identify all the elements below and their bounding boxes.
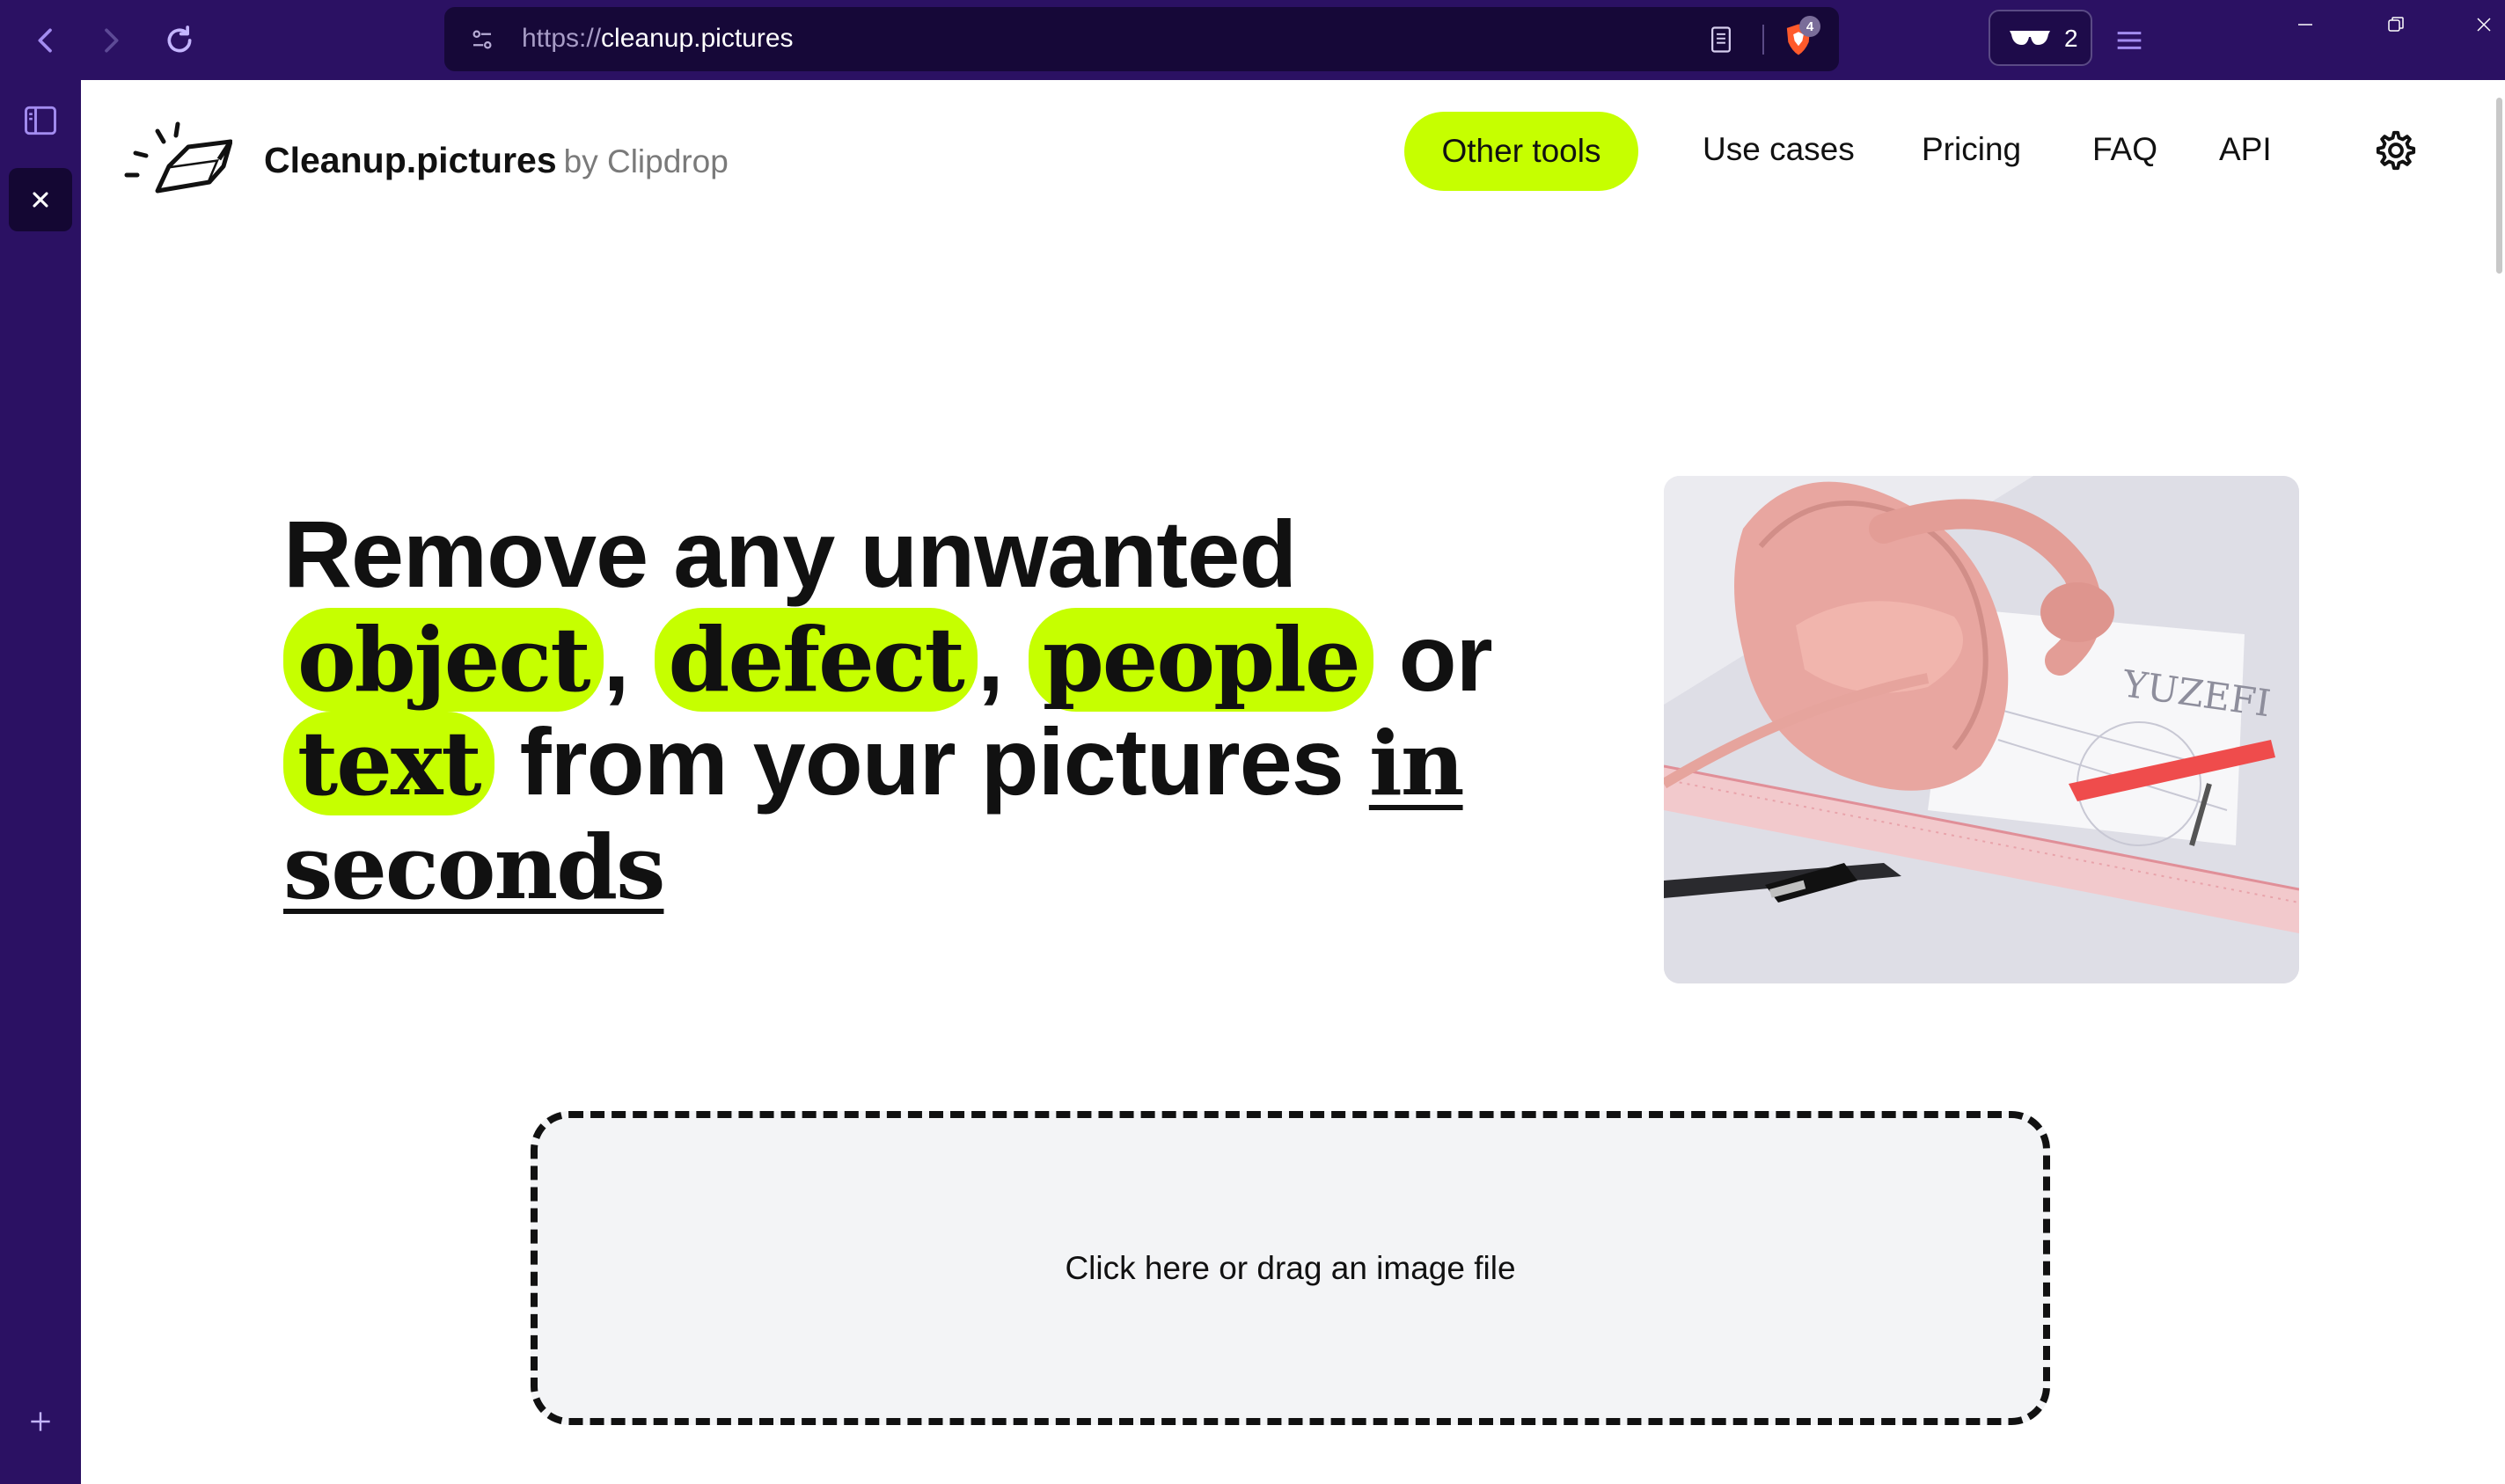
- headline-seconds: seconds: [283, 815, 665, 919]
- minimize-icon: [2298, 24, 2312, 26]
- close-tab-button[interactable]: [9, 168, 72, 231]
- back-button[interactable]: [21, 16, 70, 65]
- eraser-logo-icon[interactable]: [118, 105, 232, 201]
- headline-comma: ,: [977, 604, 1004, 711]
- web-page: Cleanup.pictures by Clipdrop Other tools …: [81, 80, 2505, 1484]
- reload-icon: [167, 26, 192, 53]
- close-window-button[interactable]: [2462, 7, 2505, 42]
- reader-mode-icon[interactable]: [1704, 23, 1738, 56]
- glasses-icon: [2010, 31, 2050, 45]
- chevron-right-icon: [105, 28, 119, 53]
- plus-icon: [31, 1412, 50, 1431]
- address-bar[interactable]: https://cleanup.pictures 4: [444, 7, 1839, 71]
- browser-sidebar: [0, 80, 81, 1484]
- headline-in: in: [1368, 712, 1465, 815]
- highlight-object: object: [283, 608, 604, 712]
- page-scrollbar-thumb[interactable]: [2496, 98, 2502, 274]
- headline-comma: ,: [603, 604, 630, 711]
- dropzone-label: Click here or drag an image file: [1065, 1249, 1516, 1286]
- highlight-people: people: [1028, 608, 1373, 712]
- headline-from: from your pictures: [519, 708, 1344, 815]
- headline-line-4: seconds: [283, 814, 665, 919]
- browser-toolbar: https://cleanup.pictures 4 2: [0, 0, 2505, 80]
- wallet-button[interactable]: 2: [1989, 10, 2092, 66]
- headline-line-3: text from your pictures in: [283, 708, 1465, 815]
- forward-button[interactable]: [86, 16, 136, 65]
- wallet-count: 2: [2064, 25, 2078, 52]
- close-icon: [2477, 18, 2491, 32]
- restore-icon: [2388, 17, 2404, 32]
- restore-button[interactable]: [2374, 7, 2418, 42]
- new-tab-button[interactable]: [9, 1390, 72, 1453]
- menu-button[interactable]: [2105, 16, 2154, 65]
- highlight-defect: defect: [654, 608, 978, 712]
- highlight-text: text: [283, 712, 494, 815]
- hamburger-icon: [2117, 32, 2142, 49]
- site-settings-icon[interactable]: [465, 23, 499, 56]
- nav-pricing[interactable]: Pricing: [1922, 131, 2021, 168]
- nav-api[interactable]: API: [2219, 131, 2272, 168]
- nav-use-cases[interactable]: Use cases: [1703, 131, 1855, 168]
- reload-button[interactable]: [155, 16, 204, 65]
- chevron-left-icon: [38, 28, 52, 53]
- headline-line-1: Remove any unwanted: [283, 501, 1297, 607]
- brand[interactable]: Cleanup.pictures by Clipdrop: [264, 140, 729, 181]
- url-scheme: https://: [522, 24, 602, 53]
- hero-image: YUZEFI: [1664, 476, 2299, 983]
- nav-faq[interactable]: FAQ: [2092, 131, 2157, 168]
- other-tools-button[interactable]: Other tools: [1404, 112, 1638, 191]
- brand-name: Cleanup.pictures: [264, 140, 557, 180]
- gear-icon[interactable]: [2373, 128, 2419, 173]
- sidebar-panel-icon: [25, 106, 56, 135]
- page-scrollbar[interactable]: [2494, 80, 2505, 1484]
- shields-count-badge: 4: [1799, 16, 1820, 37]
- url-host: cleanup.pictures: [601, 24, 794, 53]
- url-separator: [1762, 25, 1764, 55]
- url-text[interactable]: https://cleanup.pictures: [522, 24, 794, 54]
- headline-or: or: [1398, 604, 1493, 711]
- upload-dropzone[interactable]: Click here or drag an image file: [531, 1111, 2050, 1425]
- brand-byline: by Clipdrop: [563, 143, 729, 179]
- sidebar-toggle-button[interactable]: [9, 89, 72, 152]
- minimize-button[interactable]: [2283, 7, 2327, 42]
- headline-line-2: object, defect, people or: [283, 604, 1493, 712]
- close-icon: [33, 192, 48, 208]
